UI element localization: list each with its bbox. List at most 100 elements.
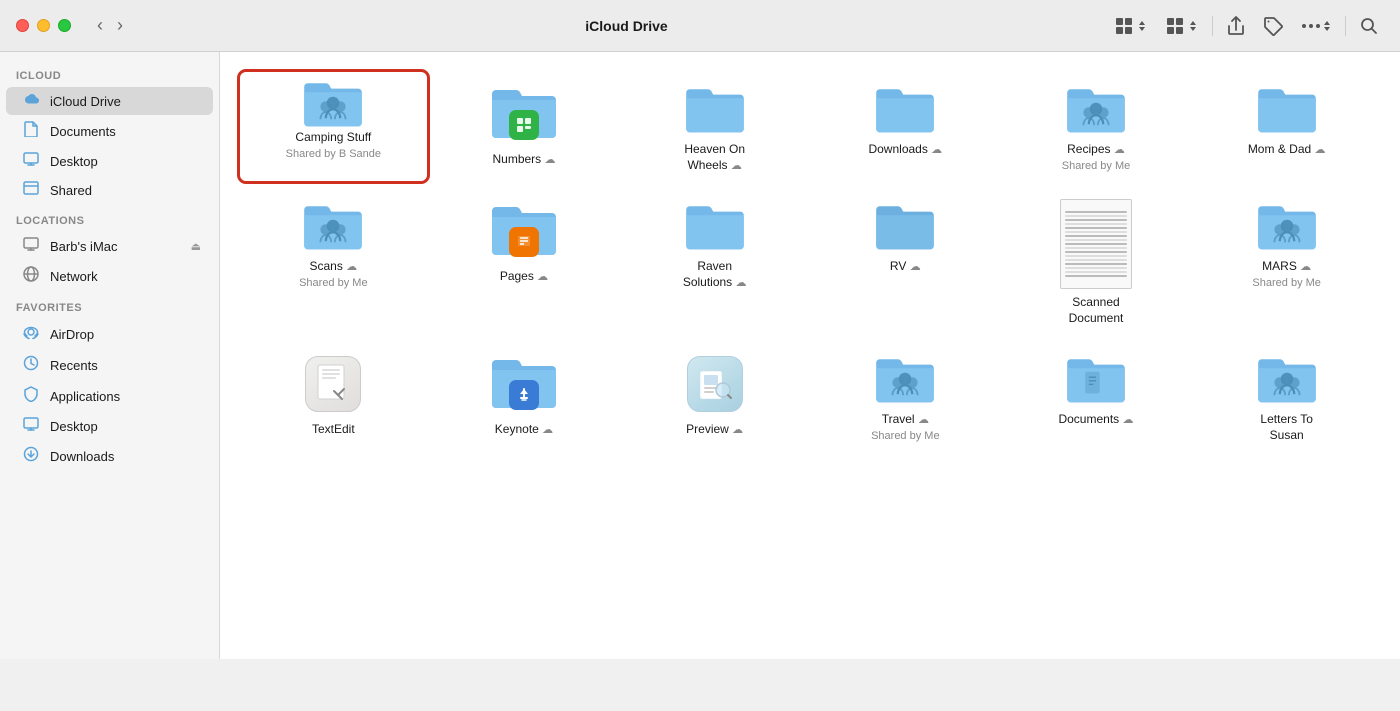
folder-icon-documents2 xyxy=(1060,352,1132,406)
desktop-icon xyxy=(22,152,40,170)
file-name-keynote: Keynote ☁ xyxy=(495,422,553,438)
sidebar-label-recents: Recents xyxy=(50,358,201,373)
file-item-heaven-on-wheels[interactable]: Heaven OnWheels ☁ xyxy=(621,72,808,181)
textedit-app-icon-wrapper xyxy=(297,352,369,416)
sidebar-label-icloud-drive: iCloud Drive xyxy=(50,94,201,109)
file-name-mars: MARS ☁ xyxy=(1262,259,1311,275)
file-name-downloads: Downloads ☁ xyxy=(868,142,942,158)
textedit-icon xyxy=(305,356,361,412)
documents-icon xyxy=(22,121,40,141)
search-button[interactable] xyxy=(1354,13,1384,39)
tag-button[interactable] xyxy=(1257,12,1289,40)
folder-icon-travel xyxy=(869,352,941,406)
file-name-rv: RV ☁ xyxy=(890,259,921,275)
sidebar-label-downloads: Downloads xyxy=(50,449,201,464)
folder-icon-downloads xyxy=(869,82,941,136)
back-button[interactable]: ‹ xyxy=(91,13,109,38)
file-item-keynote[interactable]: Keynote ☁ xyxy=(431,342,618,451)
file-subtitle-camping-stuff: Shared by B Sande xyxy=(286,148,381,160)
numbers-app-badge xyxy=(509,110,539,140)
sidebar-item-downloads[interactable]: Downloads xyxy=(6,441,213,471)
sidebar-section-icloud: iCloud xyxy=(0,60,219,86)
sidebar-item-network[interactable]: Network xyxy=(6,261,213,291)
eject-button[interactable]: ⏏ xyxy=(191,240,201,253)
sidebar-label-applications: Applications xyxy=(50,389,201,404)
file-item-recipes[interactable]: Recipes ☁ Shared by Me xyxy=(1003,72,1190,181)
window-title: iCloud Drive xyxy=(145,18,1108,34)
file-subtitle-recipes: Shared by Me xyxy=(1062,160,1130,172)
file-item-letters-to-susan[interactable]: Letters ToSusan xyxy=(1193,342,1380,451)
icon-view-button[interactable] xyxy=(1108,12,1153,40)
file-name-letters-to-susan: Letters ToSusan xyxy=(1260,412,1312,443)
file-item-preview[interactable]: Preview ☁ xyxy=(621,342,808,451)
file-item-textedit[interactable]: TextEdit xyxy=(240,342,427,451)
file-item-pages[interactable]: Pages ☁ xyxy=(431,189,618,334)
sidebar-item-recents[interactable]: Recents xyxy=(6,350,213,380)
sidebar-label-documents: Documents xyxy=(50,124,201,139)
file-item-downloads[interactable]: Downloads ☁ xyxy=(812,72,999,181)
folder-icon-heaven xyxy=(679,82,751,136)
sidebar-label-shared: Shared xyxy=(50,183,201,198)
file-name-scanned-document: ScannedDocument xyxy=(1069,295,1124,326)
file-item-scanned-document[interactable]: ScannedDocument xyxy=(1003,189,1190,334)
title-bar: ‹ › iCloud Drive xyxy=(0,0,1400,52)
file-name-pages: Pages ☁ xyxy=(500,269,548,285)
file-grid: Camping Stuff Shared by B Sande xyxy=(240,72,1380,452)
airdrop-icon xyxy=(22,324,40,344)
desktop2-icon xyxy=(22,417,40,435)
sidebar-section-locations: Locations xyxy=(0,205,219,231)
sidebar-item-documents[interactable]: Documents xyxy=(6,116,213,146)
sidebar-label-desktop: Desktop xyxy=(50,154,201,169)
file-subtitle-mars: Shared by Me xyxy=(1252,277,1320,289)
file-item-camping-stuff[interactable]: Camping Stuff Shared by B Sande xyxy=(240,72,427,181)
file-name-camping-stuff: Camping Stuff xyxy=(295,130,371,146)
file-item-scans[interactable]: Scans ☁ Shared by Me xyxy=(240,189,427,334)
file-subtitle-travel: Shared by Me xyxy=(871,430,939,442)
sidebar-label-desktop2: Desktop xyxy=(50,419,201,434)
file-name-preview: Preview ☁ xyxy=(686,422,743,438)
file-name-travel: Travel ☁ xyxy=(882,412,929,428)
toolbar-separator-2 xyxy=(1345,16,1346,36)
preview-icon xyxy=(687,356,743,412)
folder-icon-mars xyxy=(1251,199,1323,253)
close-button[interactable] xyxy=(16,19,29,32)
file-item-numbers[interactable]: Numbers ☁ xyxy=(431,72,618,181)
file-name-raven: RavenSolutions ☁ xyxy=(683,259,747,290)
sidebar-item-airdrop[interactable]: AirDrop xyxy=(6,319,213,349)
sidebar-item-icloud-drive[interactable]: iCloud Drive xyxy=(6,87,213,115)
file-item-documents2[interactable]: Documents ☁ xyxy=(1003,342,1190,451)
toolbar-separator xyxy=(1212,16,1213,36)
file-item-travel[interactable]: Travel ☁ Shared by Me xyxy=(812,342,999,451)
sidebar-item-barbs-imac[interactable]: Barb's iMac ⏏ xyxy=(6,232,213,260)
file-item-mom-dad[interactable]: Mom & Dad ☁ xyxy=(1193,72,1380,181)
navigation-buttons: ‹ › xyxy=(91,13,129,38)
sidebar-label-airdrop: AirDrop xyxy=(50,327,201,342)
more-button[interactable] xyxy=(1295,15,1337,37)
app-container: iCloud iCloud Drive Documents xyxy=(0,52,1400,711)
file-name-documents2: Documents ☁ xyxy=(1058,412,1133,428)
forward-button[interactable]: › xyxy=(111,13,129,38)
fullscreen-button[interactable] xyxy=(58,19,71,32)
sidebar-item-shared[interactable]: Shared xyxy=(6,176,213,204)
file-name-numbers: Numbers ☁ xyxy=(492,152,555,168)
sidebar-item-applications[interactable]: Applications xyxy=(6,381,213,411)
minimize-button[interactable] xyxy=(37,19,50,32)
main-content: Camping Stuff Shared by B Sande xyxy=(220,52,1400,659)
file-item-rv[interactable]: RV ☁ xyxy=(812,189,999,334)
sidebar-label-barbs-imac: Barb's iMac xyxy=(50,239,181,254)
sidebar-item-desktop[interactable]: Desktop xyxy=(6,147,213,175)
folder-icon-mom-dad xyxy=(1251,82,1323,136)
preview-app-icon-wrapper xyxy=(679,352,751,416)
applications-icon xyxy=(22,386,40,406)
folder-icon-recipes xyxy=(1060,82,1132,136)
file-item-mars[interactable]: MARS ☁ Shared by Me xyxy=(1193,189,1380,334)
folder-icon-scans xyxy=(297,199,369,253)
file-name-heaven: Heaven OnWheels ☁ xyxy=(684,142,745,173)
pages-app-badge xyxy=(509,227,539,257)
sidebar-item-desktop2[interactable]: Desktop xyxy=(6,412,213,440)
share-button[interactable] xyxy=(1221,12,1251,40)
traffic-lights xyxy=(16,19,71,32)
file-item-raven-solutions[interactable]: RavenSolutions ☁ xyxy=(621,189,808,334)
gallery-view-button[interactable] xyxy=(1159,12,1204,40)
folder-icon-letters xyxy=(1251,352,1323,406)
